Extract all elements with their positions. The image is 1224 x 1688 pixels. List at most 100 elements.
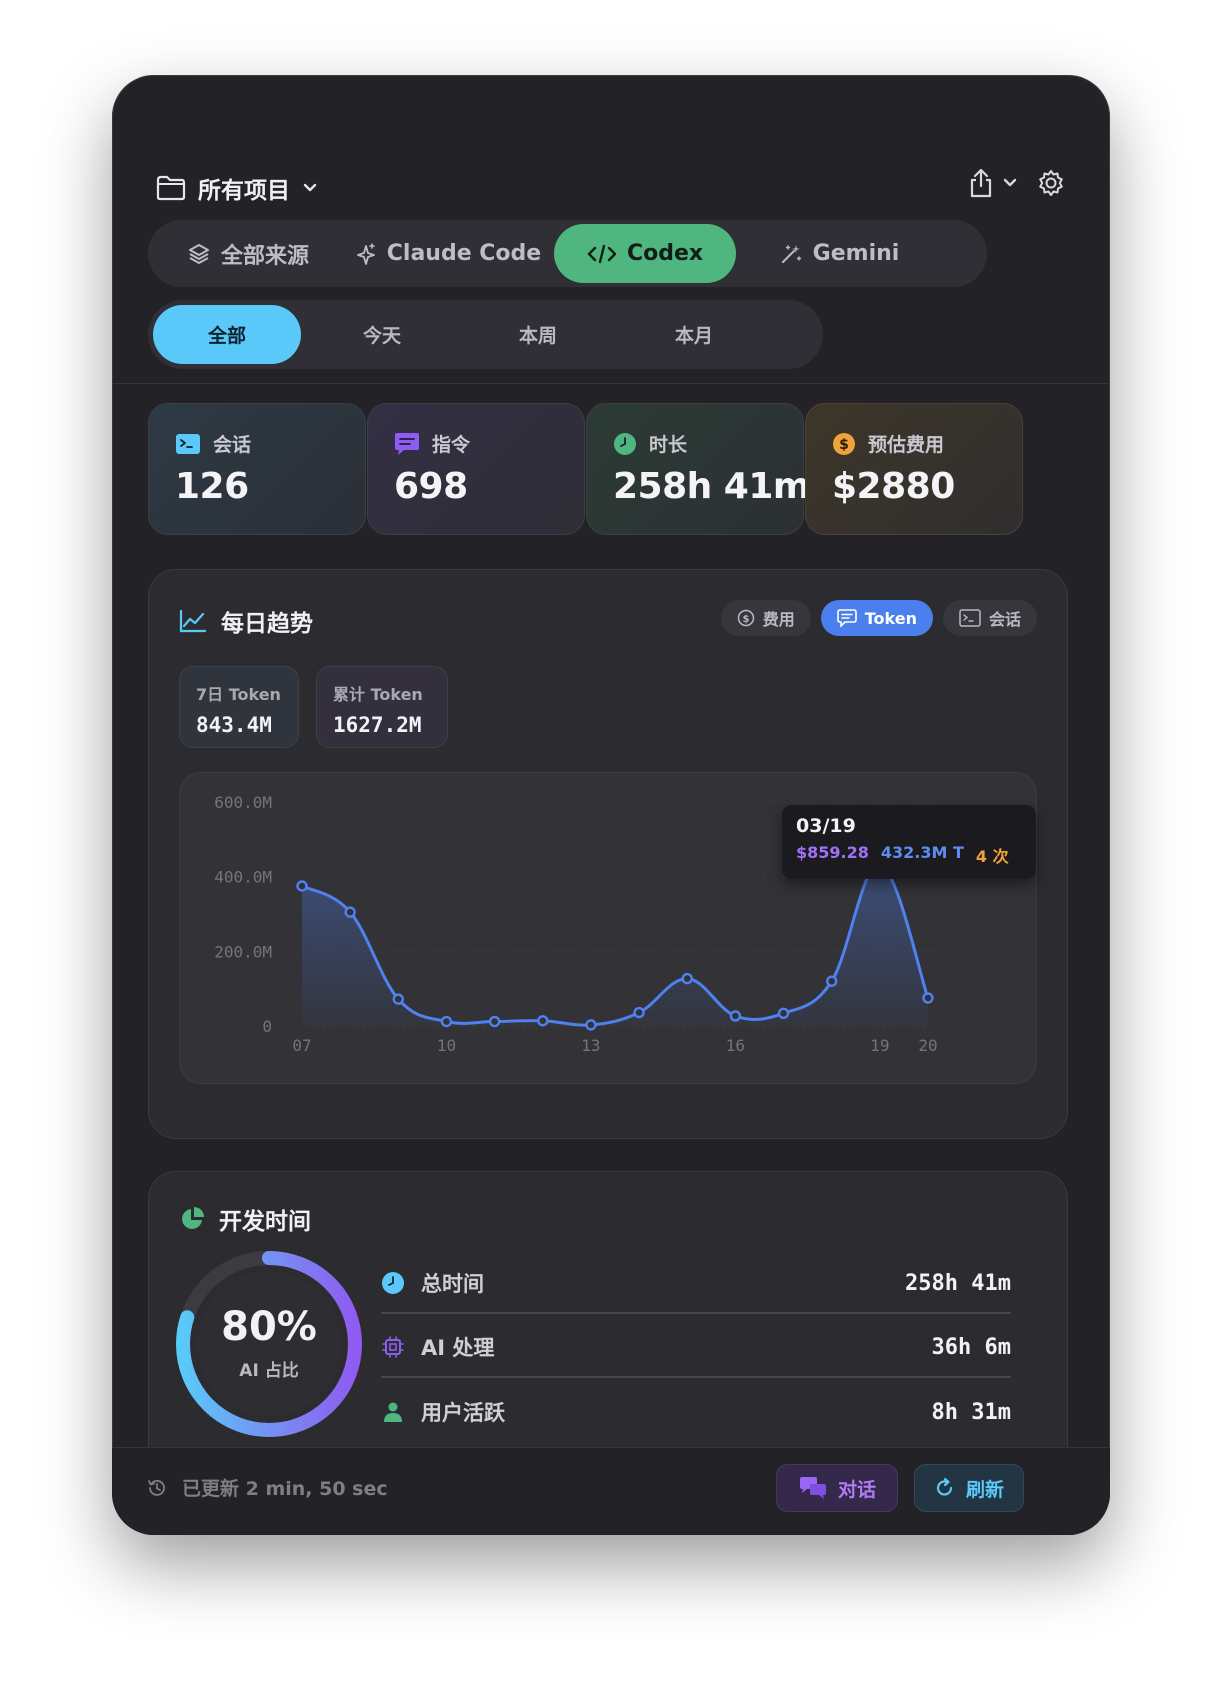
pie-chart-icon xyxy=(179,1206,205,1232)
folder-icon xyxy=(156,175,186,201)
stat-label: 预估费用 xyxy=(868,434,945,456)
summary-label: 累计 Token xyxy=(333,685,423,704)
project-title: 所有项目 xyxy=(198,178,290,204)
metric-tab-token[interactable]: Token xyxy=(820,600,933,636)
tooltip-count: 4 次 xyxy=(975,847,1009,866)
dev-time-value: 8h 31m xyxy=(931,1399,1011,1425)
source-tab-label: Claude Code xyxy=(386,241,542,266)
y-tick-label: 600.0M xyxy=(214,793,272,812)
svg-text:$: $ xyxy=(742,614,749,625)
data-point[interactable] xyxy=(392,993,405,1005)
ring-value: 80% xyxy=(221,1304,317,1350)
period-tab-today[interactable]: 今天 xyxy=(308,305,456,364)
x-tick-label: 16 xyxy=(726,1036,745,1055)
chart-tooltip: 03/19 $859.28 432.3M T 4 次 xyxy=(782,805,1036,879)
summary-total-token: 累计 Token 1627.2M xyxy=(316,666,448,748)
metric-tabs: $ 费用 Token 会话 xyxy=(720,600,1037,636)
clock-icon xyxy=(613,432,637,456)
dev-time-row-user: 用户活跃 8h 31m xyxy=(381,1382,1011,1442)
share-icon xyxy=(968,167,994,199)
dev-time-row-ai: AI 处理 36h 6m xyxy=(381,1318,1011,1378)
footer-bar: 已更新 2 min, 50 sec 对话 刷新 xyxy=(112,1447,1110,1535)
update-status: 已更新 2 min, 50 sec xyxy=(146,1474,388,1501)
data-point[interactable] xyxy=(729,1010,742,1022)
dev-time-label: 总时间 xyxy=(421,1272,484,1296)
stat-label: 时长 xyxy=(649,434,688,456)
stat-value: 258h 41m xyxy=(613,466,810,507)
header-actions xyxy=(968,167,1066,199)
summary-value: 843.4M xyxy=(196,713,272,737)
tooltip-date: 03/19 xyxy=(796,815,856,837)
dev-time-title-text: 开发时间 xyxy=(219,1209,311,1235)
stat-value: $2880 xyxy=(832,466,955,507)
message-icon xyxy=(836,609,857,627)
stat-value: 126 xyxy=(175,466,249,507)
data-point[interactable] xyxy=(825,975,838,987)
dev-time-row-total: 总时间 258h 41m xyxy=(381,1254,1011,1314)
code-icon xyxy=(587,243,617,265)
period-tab-week[interactable]: 本周 xyxy=(464,305,612,364)
chat-button[interactable]: 对话 xyxy=(776,1464,898,1512)
data-point[interactable] xyxy=(633,1006,645,1019)
svg-text:$: $ xyxy=(839,437,849,453)
project-selector[interactable]: 所有项目 xyxy=(156,171,318,205)
summary-label: 7日 Token xyxy=(196,685,281,704)
token-trend-chart: 0 200.0M 400.0M 600.0M 07 10 13 16 19 20 03/19 $8… xyxy=(179,772,1037,1084)
chat-bubbles-icon xyxy=(798,1476,828,1500)
person-icon xyxy=(381,1400,405,1424)
gear-icon[interactable] xyxy=(1036,168,1066,198)
stat-label: 指令 xyxy=(432,434,471,456)
x-tick-label: 20 xyxy=(918,1036,937,1055)
stat-card-sessions: 会话 126 xyxy=(148,403,366,535)
data-point[interactable] xyxy=(488,1015,501,1028)
data-point[interactable] xyxy=(922,992,934,1004)
y-tick-label: 400.0M xyxy=(214,868,272,887)
metric-tab-label: 费用 xyxy=(762,610,795,629)
source-tab-label: 全部来源 xyxy=(220,243,309,269)
source-tab-claude-code[interactable]: Claude Code xyxy=(348,224,548,283)
source-filter: 全部来源 Claude Code Codex Gemini xyxy=(148,220,987,287)
terminal-icon xyxy=(959,609,981,627)
message-icon xyxy=(394,432,420,456)
data-point[interactable] xyxy=(777,1007,790,1020)
dev-time-label: AI 处理 xyxy=(421,1336,495,1360)
daily-trend-panel: 每日趋势 $ 费用 Token 会话 7日 Token 843.4M 累计 To… xyxy=(148,569,1068,1139)
refresh-button[interactable]: 刷新 xyxy=(914,1464,1024,1512)
trend-title: 每日趋势 xyxy=(179,604,313,638)
data-point[interactable] xyxy=(681,972,693,985)
period-tab-month[interactable]: 本月 xyxy=(620,305,768,364)
share-menu-button[interactable] xyxy=(968,167,1018,199)
refresh-button-label: 刷新 xyxy=(965,1478,1004,1501)
source-tab-gemini[interactable]: Gemini xyxy=(744,224,934,283)
period-tab-all[interactable]: 全部 xyxy=(153,305,301,364)
x-tick-label: 19 xyxy=(870,1036,889,1055)
source-tab-all[interactable]: 全部来源 xyxy=(158,224,338,283)
stat-card-cost: $ 预估费用 $2880 xyxy=(805,403,1023,535)
ai-ratio-ring: 80% AI 占比 xyxy=(169,1244,369,1444)
data-point[interactable] xyxy=(296,880,308,892)
ring-label: AI 占比 xyxy=(239,1361,299,1381)
refresh-icon xyxy=(934,1477,956,1499)
trend-title-text: 每日趋势 xyxy=(221,611,313,637)
x-tick-label: 07 xyxy=(292,1036,311,1055)
data-point[interactable] xyxy=(344,906,356,918)
x-tick-label: 13 xyxy=(581,1036,600,1055)
stat-card-header: 时长 xyxy=(613,430,687,457)
metric-tab-sessions[interactable]: 会话 xyxy=(942,600,1037,636)
data-point[interactable] xyxy=(440,1015,453,1028)
tooltip-values: $859.28 432.3M T 4 次 xyxy=(796,843,1022,867)
layers-icon xyxy=(187,242,211,266)
data-point[interactable] xyxy=(585,1019,597,1031)
app-window: 所有项目 全部来源 Claude Code Codex Gemini 全部 今天… xyxy=(112,75,1110,1535)
dollar-circle-icon: $ xyxy=(737,609,755,627)
dev-time-value: 36h 6m xyxy=(931,1334,1011,1360)
metric-tab-cost[interactable]: $ 费用 xyxy=(720,600,811,636)
data-point[interactable] xyxy=(537,1015,549,1027)
tooltip-tokens: 432.3M T xyxy=(880,843,964,862)
y-tick-label: 200.0M xyxy=(214,942,272,961)
stat-value: 698 xyxy=(394,466,468,507)
stat-card-duration: 时长 258h 41m xyxy=(586,403,810,535)
source-tab-codex[interactable]: Codex xyxy=(554,224,736,283)
stat-card-header: $ 预估费用 xyxy=(832,430,944,457)
magic-wand-icon xyxy=(779,242,803,266)
